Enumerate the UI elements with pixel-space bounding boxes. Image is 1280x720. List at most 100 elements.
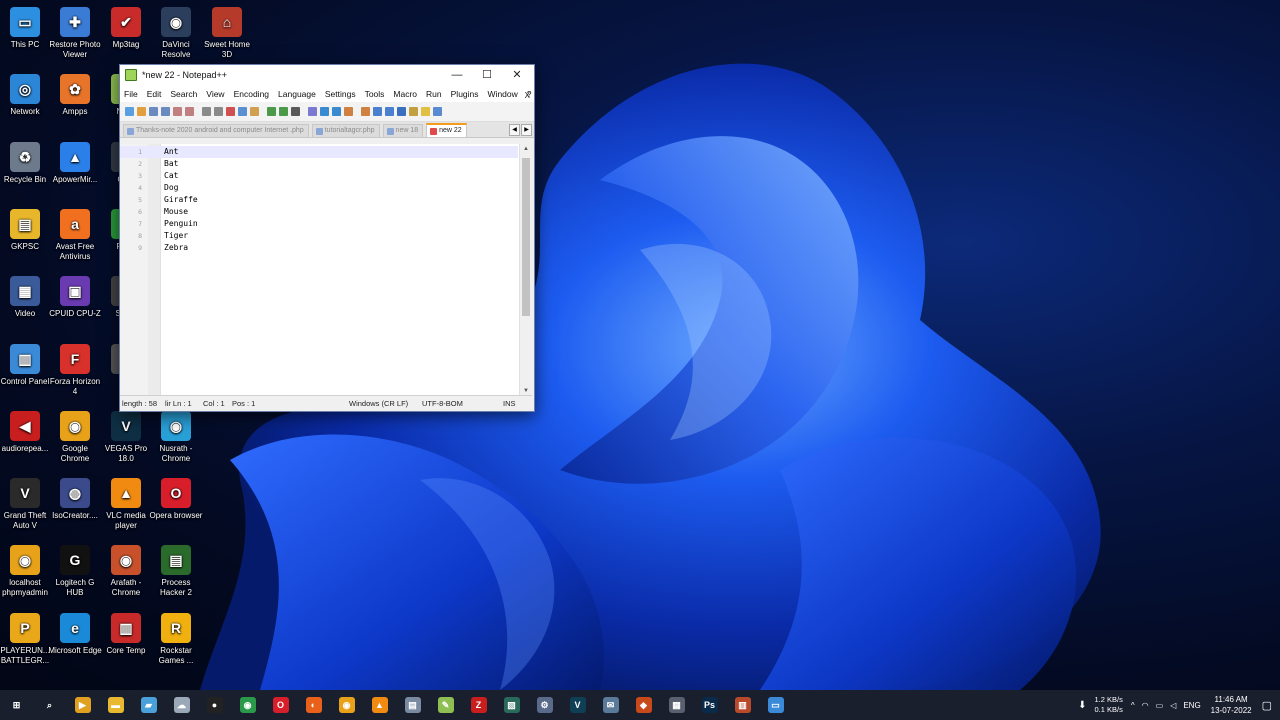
paint-taskbar-button[interactable]: ◆ [627, 690, 660, 720]
editor-line[interactable]: 4 Dog [120, 182, 518, 194]
opera-icon[interactable]: O Opera browser [148, 478, 204, 521]
line-text[interactable]: Ant [164, 146, 178, 158]
gkpsc-icon[interactable]: ▤ GKPSC [0, 208, 53, 252]
language-indicator[interactable]: ENG [1183, 701, 1200, 710]
microsoft-edge-icon[interactable]: e Microsoft Edge [47, 612, 103, 656]
tab-scroll-right-icon[interactable]: ▶ [521, 124, 532, 136]
indent-guide-icon[interactable] [385, 107, 394, 116]
tab-thanks-note[interactable]: Thanks-note 2020 android and computer In… [123, 124, 309, 137]
nusrath-chrome-icon[interactable]: ◉ Nusrath - Chrome [148, 410, 204, 464]
notepadpp-taskbar-taskbar-button[interactable]: ✎ [429, 690, 462, 720]
vlc-taskbar-taskbar-button[interactable]: ▲ [363, 690, 396, 720]
pubg-icon[interactable]: P PLAYERUN... BATTLEGR... [0, 612, 53, 666]
battery-icon[interactable]: ▭ [1156, 701, 1164, 710]
status-eol[interactable]: Windows (CR LF) [349, 396, 408, 411]
find-icon[interactable] [279, 107, 288, 116]
undo-icon[interactable] [250, 107, 259, 116]
logitech-icon[interactable]: G Logitech G HUB [47, 545, 103, 598]
volume-icon[interactable]: ◁ [1170, 701, 1176, 710]
rockstar-icon[interactable]: R Rockstar Games ... [148, 612, 204, 666]
forza-icon[interactable]: F Forza Horizon 4 [47, 343, 103, 397]
chrome-taskbar-taskbar-button[interactable]: ◉ [231, 690, 264, 720]
line-text[interactable]: Zebra [164, 242, 188, 254]
sync-v-icon[interactable] [332, 107, 341, 116]
search-taskbar-button[interactable]: ⌕ [33, 690, 66, 720]
control-panel-icon[interactable]: ▥ Control Panel [0, 343, 53, 387]
sync-h-icon[interactable] [344, 107, 353, 116]
localhost-chrome-icon[interactable]: ◉ localhost phpmyadmin [0, 545, 53, 598]
editor-line[interactable]: 1 Ant [120, 146, 518, 158]
menu-settings[interactable]: Settings [325, 89, 356, 99]
vegas-pro-icon[interactable]: V VEGAS Pro 18.0 [98, 410, 154, 464]
maximize-button[interactable]: ☐ [472, 65, 502, 85]
line-text[interactable]: Dog [164, 182, 178, 194]
menu-window[interactable]: Window [488, 89, 518, 99]
status-encoding[interactable]: UTF-8-BOM [422, 396, 463, 411]
this-pc-icon[interactable]: ▭ This PC [0, 7, 53, 50]
filezilla-taskbar-button[interactable]: Z [462, 690, 495, 720]
vegas-taskbar-taskbar-button[interactable]: V [561, 690, 594, 720]
photoshop-taskbar-button[interactable]: Ps [693, 690, 726, 720]
editor-line[interactable]: 7 Penguin [120, 218, 518, 230]
process-hacker-icon[interactable]: ▤ Process Hacker 2 [148, 545, 204, 598]
screen-taskbar-button[interactable]: ▭ [759, 690, 792, 720]
editor-line[interactable]: 2 Bat [120, 158, 518, 170]
close-all-icon[interactable] [185, 107, 194, 116]
folder-workspace-icon[interactable] [421, 107, 430, 116]
copy-icon[interactable] [226, 107, 235, 116]
close-file-icon[interactable] [173, 107, 182, 116]
arafath-chrome-icon[interactable]: ◉ Arafath - Chrome [98, 545, 154, 598]
open-file-icon[interactable] [137, 107, 146, 116]
editor-line[interactable]: 8 Tiger [120, 230, 518, 242]
paste-icon[interactable] [238, 107, 247, 116]
audiorepeat-icon[interactable]: ◀ audiorepea... [0, 410, 53, 454]
show-all-chars-icon[interactable] [373, 107, 382, 116]
text-editor[interactable]: ▲ ▼ 1 Ant 2 Bat 3 Cat 4 Dog 5 Giraffe 6 Mouse 7 Pengu… [120, 144, 532, 396]
doc-map-icon[interactable] [397, 107, 406, 116]
editor-line[interactable]: 3 Cat [120, 170, 518, 182]
chevron-up-icon[interactable]: ^ [1131, 701, 1135, 710]
monitor-icon[interactable] [433, 107, 442, 116]
document-taskbar-button[interactable]: ▤ [396, 690, 429, 720]
wifi-icon[interactable]: ◠ [1142, 701, 1149, 710]
print-icon[interactable] [202, 107, 211, 116]
isocreator-icon[interactable]: ◍ IsoCreator.... [47, 478, 103, 521]
restore-photo-viewer-icon[interactable]: ✚ Restore Photo Viewer [47, 7, 103, 60]
line-text[interactable]: Giraffe [164, 194, 198, 206]
menu-file[interactable]: File [124, 89, 138, 99]
line-text[interactable]: Mouse [164, 206, 188, 218]
tab-scroll-left-icon[interactable]: ◀ [509, 124, 520, 136]
avast-icon[interactable]: a Avast Free Antivirus [47, 208, 103, 262]
download-arrow-icon[interactable]: ⬇ [1078, 700, 1086, 711]
function-list-icon[interactable] [409, 107, 418, 116]
ampps-icon[interactable]: ✿ Ampps [47, 74, 103, 117]
cpuid-icon[interactable]: ▣ CPUID CPU-Z [47, 276, 103, 319]
replace-icon[interactable] [291, 107, 300, 116]
menu-search[interactable]: Search [170, 89, 197, 99]
opera-taskbar-taskbar-button[interactable]: O [264, 690, 297, 720]
menu-edit[interactable]: Edit [147, 89, 162, 99]
save-icon[interactable] [149, 107, 158, 116]
chrome-2-taskbar-taskbar-button[interactable]: ◉ [330, 690, 363, 720]
recycle-bin-icon[interactable]: ♻ Recycle Bin [0, 141, 53, 185]
sweet-home-3d-icon[interactable]: ⌂ Sweet Home 3D [199, 7, 255, 60]
tab-new-18[interactable]: new 18 [382, 124, 424, 137]
menu-language[interactable]: Language [278, 89, 316, 99]
zoom-out-icon[interactable] [320, 107, 329, 116]
line-text[interactable]: Penguin [164, 218, 198, 230]
video-icon[interactable]: ▦ Video [0, 276, 53, 319]
editor-line[interactable]: 5 Giraffe [120, 194, 518, 206]
zoom-in-icon[interactable] [308, 107, 317, 116]
scroll-up-icon[interactable]: ▲ [520, 144, 532, 154]
vertical-scrollbar[interactable]: ▲ ▼ [519, 144, 532, 396]
menu-run[interactable]: Run [426, 89, 442, 99]
menu-view[interactable]: View [206, 89, 224, 99]
line-text[interactable]: Cat [164, 170, 178, 182]
minimize-button[interactable]: — [442, 65, 472, 85]
title-bar[interactable]: *new 22 - Notepad++ — ☐ ✕ [120, 65, 534, 85]
calculator-taskbar-button[interactable]: ▦ [660, 690, 693, 720]
word-wrap-icon[interactable] [361, 107, 370, 116]
redo-icon[interactable] [267, 107, 276, 116]
file-explorer-taskbar-button[interactable]: ▬ [99, 690, 132, 720]
settings-taskbar-taskbar-button[interactable]: ⚙ [528, 690, 561, 720]
